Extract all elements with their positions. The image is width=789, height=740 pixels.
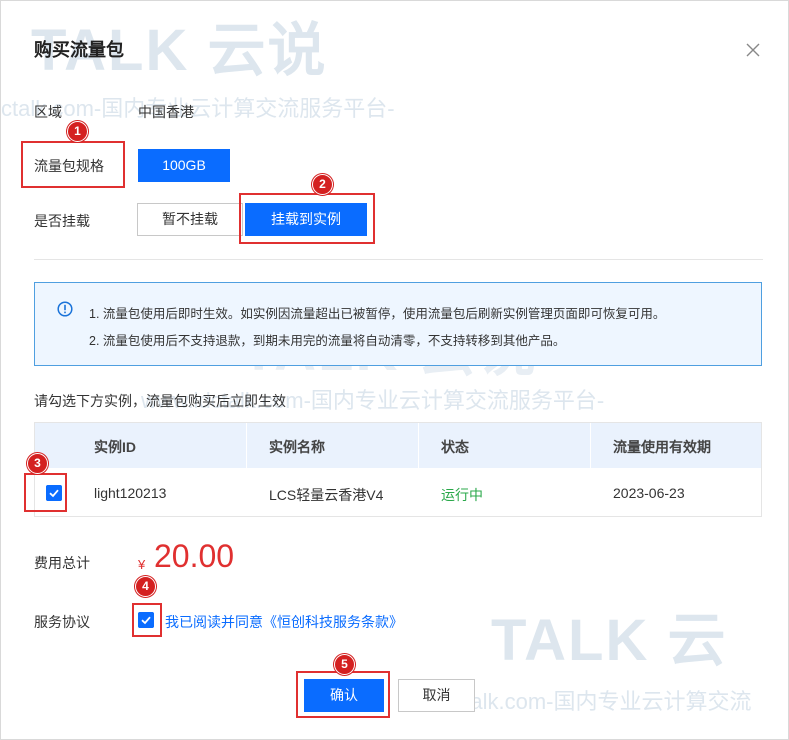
region-value: 中国香港 bbox=[138, 104, 194, 120]
column-separator bbox=[418, 423, 419, 468]
step-marker: 4 bbox=[135, 576, 156, 597]
spec-option-100gb[interactable]: 100GB bbox=[138, 149, 230, 182]
column-header-name: 实例名称 bbox=[269, 439, 325, 455]
notice-line: 2. 流量包使用后不支持退款，到期未用完的流量将自动清零，不支持转移到其他产品。 bbox=[89, 334, 566, 348]
cell-status: 运行中 bbox=[441, 487, 483, 503]
watermark-url: dctalk.com-国内专业云计算交流 bbox=[441, 689, 752, 714]
section-divider bbox=[34, 259, 763, 260]
instance-hint: 请勾选下方实例，流量包购买后立即生效 bbox=[34, 393, 286, 409]
column-separator bbox=[246, 423, 247, 468]
cell-expiry: 2023-06-23 bbox=[613, 485, 685, 501]
dialog-title: 购买流量包 bbox=[34, 40, 124, 60]
agreement-label: 服务协议 bbox=[34, 614, 90, 630]
agreement-checkbox[interactable] bbox=[138, 612, 154, 628]
instance-table: 实例ID 实例名称 状态 流量使用有效期 light120213 LCS轻量云香… bbox=[34, 422, 762, 517]
column-separator bbox=[590, 423, 591, 468]
spec-label: 流量包规格 bbox=[34, 158, 104, 174]
agreement-link[interactable]: 我已阅读并同意《恒创科技服务条款》 bbox=[165, 612, 403, 632]
column-header-id: 实例ID bbox=[94, 439, 136, 455]
price-amount: 20.00 bbox=[154, 538, 235, 574]
notice-line: 1. 流量包使用后即时生效。如实例因流量超出已被暂停，使用流量包后刷新实例管理页… bbox=[89, 307, 666, 321]
cell-instance-id: light120213 bbox=[94, 485, 167, 501]
close-icon[interactable] bbox=[743, 40, 763, 60]
step-marker: 1 bbox=[67, 121, 88, 142]
confirm-button[interactable]: 确认 bbox=[304, 679, 384, 712]
step-marker: 3 bbox=[27, 453, 48, 474]
row-checkbox[interactable] bbox=[46, 485, 62, 501]
column-header-expiry: 流量使用有效期 bbox=[613, 439, 711, 455]
purchase-dialog: TALK 云说 ctalk.com-国内专业云计算交流服务平台- TALK 云说… bbox=[0, 0, 789, 740]
mount-label: 是否挂载 bbox=[34, 213, 90, 229]
currency-symbol: ¥ bbox=[138, 557, 146, 572]
cancel-button[interactable]: 取消 bbox=[398, 679, 475, 712]
notice-box: 1. 流量包使用后即时生效。如实例因流量超出已被暂停，使用流量包后刷新实例管理页… bbox=[34, 282, 762, 366]
cost-label: 费用总计 bbox=[34, 555, 90, 571]
mount-option-no[interactable]: 暂不挂载 bbox=[137, 203, 243, 236]
info-icon bbox=[57, 301, 73, 317]
step-marker: 5 bbox=[334, 654, 355, 675]
region-label: 区域 bbox=[34, 104, 62, 120]
table-header: 实例ID 实例名称 状态 流量使用有效期 bbox=[35, 423, 761, 468]
step-marker: 2 bbox=[312, 174, 333, 195]
column-header-status: 状态 bbox=[441, 439, 469, 455]
watermark-brand: TALK 云 bbox=[491, 608, 728, 673]
cell-instance-name: LCS轻量云香港V4 bbox=[269, 487, 384, 503]
mount-option-instance[interactable]: 挂载到实例 bbox=[245, 203, 367, 236]
